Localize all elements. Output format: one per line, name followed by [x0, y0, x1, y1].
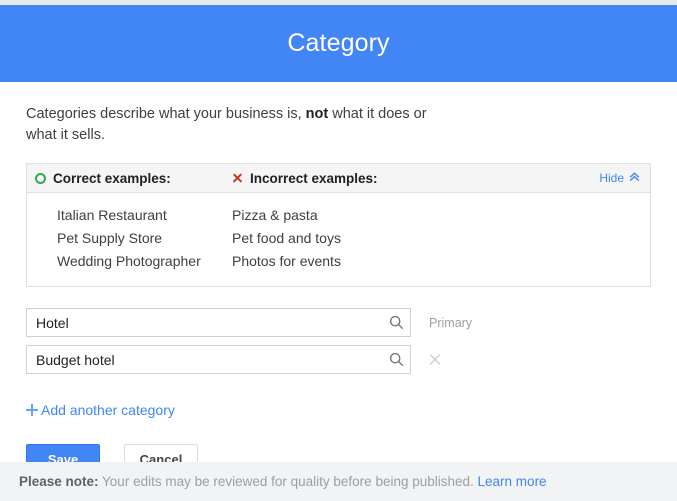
category-input-primary[interactable] — [26, 308, 411, 337]
incorrect-example: Pizza & pasta — [232, 207, 318, 223]
category-row-secondary — [26, 345, 651, 374]
correct-examples-header: Correct examples: — [35, 171, 232, 186]
footer-note-label: Please note: — [19, 474, 99, 489]
correct-example: Wedding Photographer — [57, 253, 201, 269]
chevron-up-icon — [629, 171, 640, 185]
dialog-title: Category — [287, 29, 390, 57]
category-list: Primary — [26, 308, 651, 374]
example-row: Italian Restaurant Pizza & pasta — [35, 204, 642, 227]
add-another-category-label: Add another category — [41, 402, 175, 418]
incorrect-example: Pet food and toys — [232, 230, 341, 246]
correct-example: Italian Restaurant — [57, 207, 167, 223]
search-icon[interactable] — [382, 346, 410, 373]
hide-examples-label: Hide — [599, 171, 624, 185]
incorrect-examples-header: Incorrect examples: — [232, 171, 599, 186]
dialog-body: Categories describe what your business i… — [0, 82, 677, 474]
example-row: Pet Supply Store Pet food and toys — [35, 227, 642, 250]
category-input-secondary[interactable] — [26, 345, 411, 374]
circle-outline-icon — [35, 172, 46, 184]
intro-text-emphasis: not — [305, 106, 329, 122]
examples-panel: Correct examples: Incorrect examples: Hi… — [26, 163, 651, 287]
category-row-primary: Primary — [26, 308, 651, 337]
intro-text-before: Categories describe what your business i… — [26, 106, 306, 122]
intro-text: Categories describe what your business i… — [26, 82, 456, 146]
category-input-wrapper — [26, 345, 411, 374]
examples-header-row: Correct examples: Incorrect examples: Hi… — [27, 164, 650, 193]
dialog-footer: Please note: Your edits may be reviewed … — [0, 462, 677, 501]
category-dialog: Category Categories describe what your b… — [0, 5, 677, 501]
category-input-wrapper — [26, 308, 411, 337]
plus-icon — [26, 404, 38, 416]
correct-examples-label: Correct examples: — [53, 170, 171, 186]
footer-note-text: Your edits may be reviewed for quality b… — [98, 474, 478, 489]
add-another-category-link[interactable]: Add another category — [26, 402, 175, 418]
remove-category-icon[interactable] — [426, 351, 444, 369]
search-icon[interactable] — [382, 309, 410, 336]
primary-label: Primary — [429, 315, 473, 330]
example-row: Wedding Photographer Photos for events — [35, 250, 642, 273]
dialog-header: Category — [0, 5, 677, 82]
footer-note: Please note: Your edits may be reviewed … — [19, 474, 547, 489]
hide-examples-link[interactable]: Hide — [599, 171, 640, 185]
examples-rows: Italian Restaurant Pizza & pasta Pet Sup… — [27, 193, 650, 286]
incorrect-example: Photos for events — [232, 253, 341, 269]
correct-example: Pet Supply Store — [57, 230, 163, 246]
x-mark-icon — [232, 173, 243, 184]
incorrect-examples-label: Incorrect examples: — [250, 170, 378, 186]
learn-more-link[interactable]: Learn more — [478, 474, 547, 489]
